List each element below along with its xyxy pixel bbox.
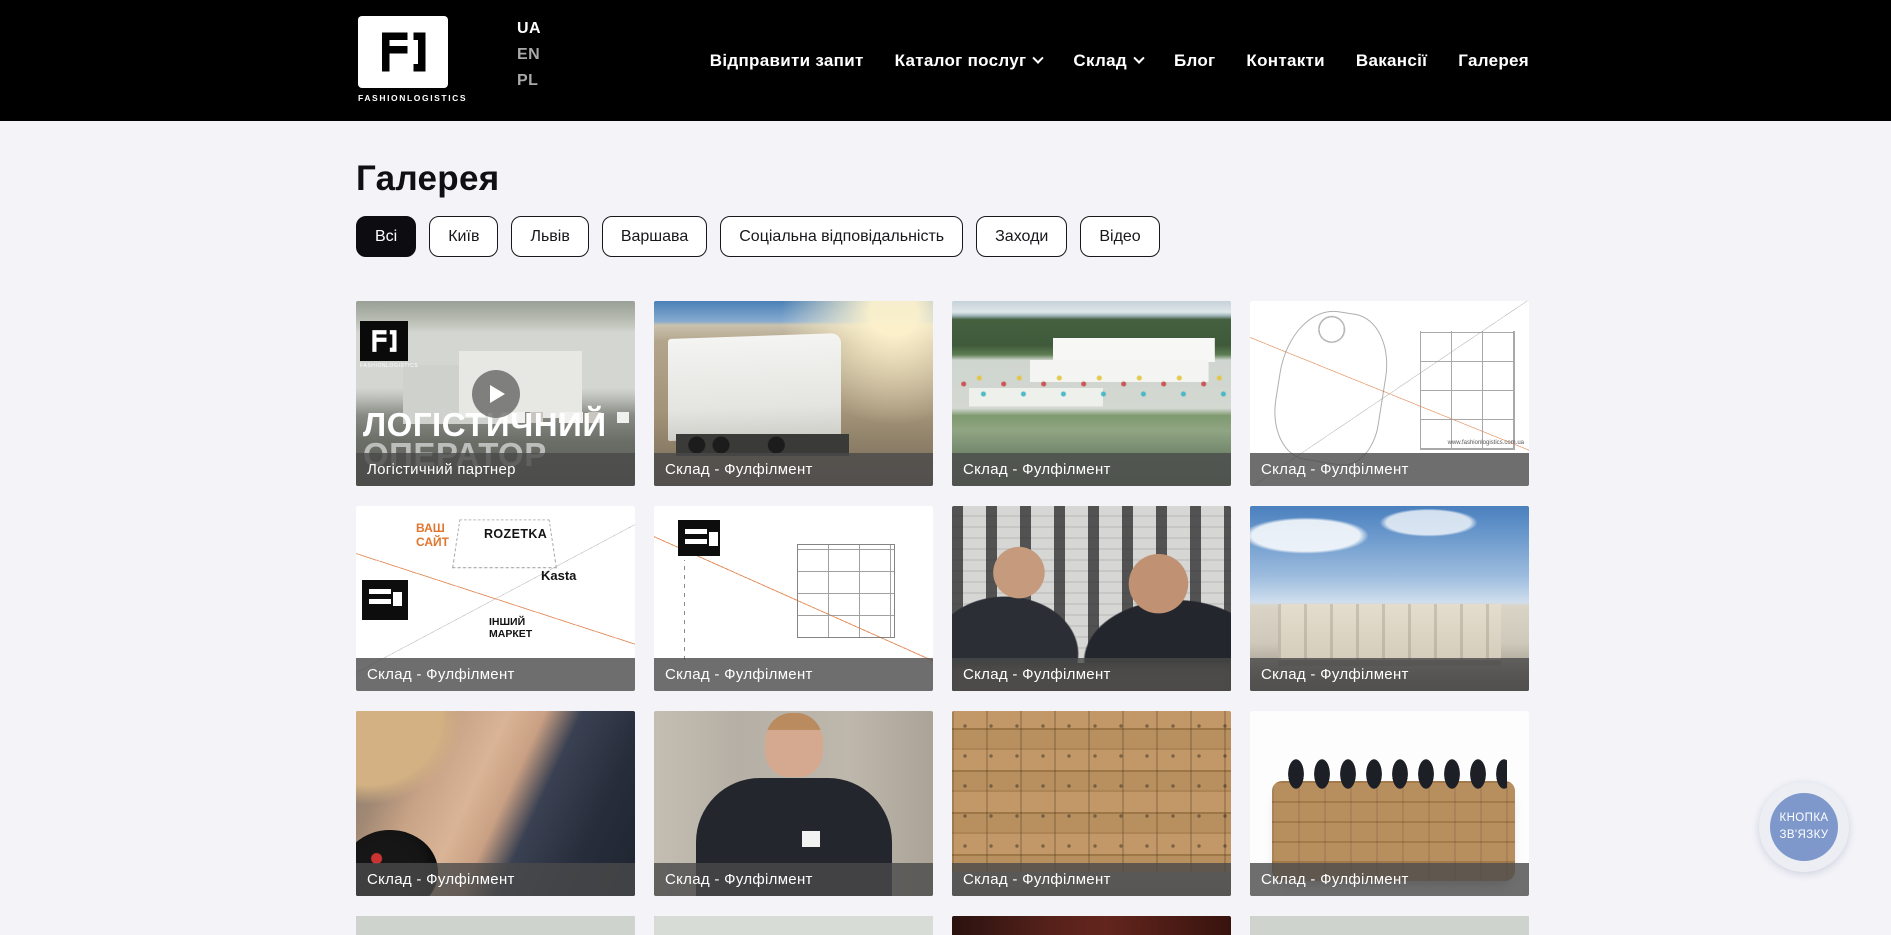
caption-text: Склад - Фулфілмент [1261, 666, 1409, 683]
rack-dark-image [952, 916, 1231, 935]
gallery-card-rack-dark[interactable] [952, 916, 1231, 935]
gallery-card-flow-diagram[interactable]: Склад - Фулфілмент [654, 506, 933, 691]
gallery-card-worker-sketch[interactable]: www.fashionlogistics.com.ua Склад - Фулф… [1250, 301, 1529, 486]
lang-ua[interactable]: UA [517, 20, 541, 38]
contact-button-line2: ЗВ'ЯЗКУ [1780, 827, 1829, 844]
caption-text: Склад - Фулфілмент [665, 666, 813, 683]
diagram-label-kasta: Kasta [541, 568, 576, 583]
lang-en[interactable]: EN [517, 46, 541, 64]
gallery-card-industrial-park[interactable]: Склад - Фулфілмент [952, 301, 1231, 486]
brand-name: FASHIONLOGISTICS [358, 93, 450, 103]
language-switcher: UA EN PL [517, 20, 541, 90]
contact-button-face: КНОПКА ЗВ'ЯЗКУ [1770, 793, 1838, 861]
gallery-caption: Склад - Фулфілмент [952, 863, 1231, 896]
gallery-caption: Склад - Фулфілмент [1250, 658, 1529, 691]
filter-kyiv[interactable]: Київ [429, 216, 498, 257]
gallery-caption: Склад - Фулфілмент [952, 658, 1231, 691]
fashionlogistics-mark-icon [678, 520, 720, 556]
nav-gallery[interactable]: Галерея [1458, 51, 1529, 71]
rack-worker-image [654, 916, 933, 935]
gallery-filters: Всі Київ Львів Варшава Соціальна відпові… [356, 216, 1891, 257]
chevron-down-icon [1033, 52, 1044, 63]
gallery-card-marketplace-diagram[interactable]: ВАШ САЙТ ROZETKA Kasta ІНШИЙ МАРКЕТ Скла… [356, 506, 635, 691]
gallery-caption: Логістичний партнер [356, 453, 635, 486]
website-url-note: www.fashionlogistics.com.ua [1448, 440, 1524, 446]
caption-text: Склад - Фулфілмент [665, 871, 813, 888]
gallery-caption: Склад - Фулфілмент [356, 863, 635, 896]
gallery-caption: Склад - Фулфілмент [654, 658, 933, 691]
filter-video[interactable]: Відео [1080, 216, 1159, 257]
main-nav: Відправити запит Каталог послуг Склад Бл… [710, 0, 1529, 121]
contact-button[interactable]: КНОПКА ЗВ'ЯЗКУ [1759, 782, 1849, 872]
gallery-caption: Склад - Фулфілмент [356, 658, 635, 691]
play-icon [490, 385, 505, 403]
caption-text: Склад - Фулфілмент [1261, 461, 1409, 478]
chevron-down-icon [1133, 52, 1144, 63]
diagram-label-other-market: ІНШИЙ МАРКЕТ [489, 616, 549, 640]
nav-label: Вакансії [1356, 51, 1427, 71]
fashionlogistics-logo-icon [358, 16, 448, 88]
diagram-label-rozetka: ROZETKA [484, 527, 547, 541]
contact-button-line1: КНОПКА [1780, 810, 1829, 827]
site-header: FASHIONLOGISTICS UA EN PL Відправити зап… [0, 0, 1891, 121]
nav-label: Відправити запит [710, 51, 864, 71]
caption-text: Склад - Фулфілмент [963, 666, 1111, 683]
nav-label: Галерея [1458, 51, 1529, 71]
gallery-card-boxes[interactable]: Склад - Фулфілмент [952, 711, 1231, 896]
gallery-caption: Склад - Фулфілмент [654, 453, 933, 486]
caption-text: Склад - Фулфілмент [367, 871, 515, 888]
diagram-label-your-site: ВАШ САЙТ [416, 522, 470, 550]
filter-warsaw[interactable]: Варшава [602, 216, 707, 257]
nav-label: Склад [1073, 51, 1127, 71]
page-title: Галерея [356, 159, 1891, 199]
gallery-card-rack-aisle[interactable] [356, 916, 635, 935]
filter-lviv[interactable]: Львів [511, 216, 588, 257]
gallery-card-woman-polo[interactable]: Склад - Фулфілмент [654, 711, 933, 896]
gallery-caption: Склад - Фулфілмент [1250, 453, 1529, 486]
filter-social-responsibility[interactable]: Соціальна відповідальність [720, 216, 963, 257]
nav-services-catalog[interactable]: Каталог послуг [895, 51, 1043, 71]
caption-text: Склад - Фулфілмент [963, 871, 1111, 888]
gallery-card-team[interactable]: Склад - Фулфілмент [1250, 711, 1529, 896]
caption-text: Логістичний партнер [367, 461, 516, 478]
nav-label: Блог [1174, 51, 1215, 71]
nav-send-request[interactable]: Відправити запит [710, 51, 864, 71]
nav-blog[interactable]: Блог [1174, 51, 1215, 71]
nav-warehouse[interactable]: Склад [1073, 51, 1143, 71]
gallery-card-building[interactable]: Склад - Фулфілмент [1250, 506, 1529, 691]
lang-pl[interactable]: PL [517, 72, 541, 90]
gallery-grid: FASHIONLOGISTICS ЛОГІСТИЧНИЙ ОПЕРАТОР Ло… [356, 301, 1529, 935]
gallery-card-meeting[interactable]: Склад - Фулфілмент [952, 506, 1231, 691]
caption-text: Склад - Фулфілмент [367, 666, 515, 683]
gallery-card-rack-worker[interactable] [654, 916, 933, 935]
fashionlogistics-mark-icon [360, 321, 408, 361]
brand-logo[interactable]: FASHIONLOGISTICS [358, 16, 450, 103]
gallery-caption: Склад - Фулфілмент [654, 863, 933, 896]
nav-label: Каталог послуг [895, 51, 1027, 71]
nav-contacts[interactable]: Контакти [1246, 51, 1325, 71]
gallery-page: Галерея Всі Київ Львів Варшава Соціальна… [0, 159, 1891, 935]
gallery-card-rack-aisle-2[interactable] [1250, 916, 1529, 935]
gallery-card-truck[interactable]: Склад - Фулфілмент [654, 301, 933, 486]
caption-text: Склад - Фулфілмент [1261, 871, 1409, 888]
rack-aisle-image [356, 916, 635, 935]
fashionlogistics-mark-icon [362, 580, 408, 620]
nav-vacancies[interactable]: Вакансії [1356, 51, 1427, 71]
badge-brand-text: FASHIONLOGISTICS [360, 363, 412, 369]
gallery-caption: Склад - Фулфілмент [952, 453, 1231, 486]
caption-text: Склад - Фулфілмент [665, 461, 813, 478]
gallery-card-video[interactable]: FASHIONLOGISTICS ЛОГІСТИЧНИЙ ОПЕРАТОР Ло… [356, 301, 635, 486]
gallery-caption: Склад - Фулфілмент [1250, 863, 1529, 896]
caption-text: Склад - Фулфілмент [963, 461, 1111, 478]
nav-label: Контакти [1246, 51, 1325, 71]
play-button[interactable] [472, 370, 520, 418]
filter-events[interactable]: Заходи [976, 216, 1067, 257]
filter-all[interactable]: Всі [356, 216, 416, 257]
fashionlogistics-badge: FASHIONLOGISTICS [360, 321, 412, 369]
gallery-card-scanner-closeup[interactable]: Склад - Фулфілмент [356, 711, 635, 896]
rack-aisle-image [1250, 916, 1529, 935]
